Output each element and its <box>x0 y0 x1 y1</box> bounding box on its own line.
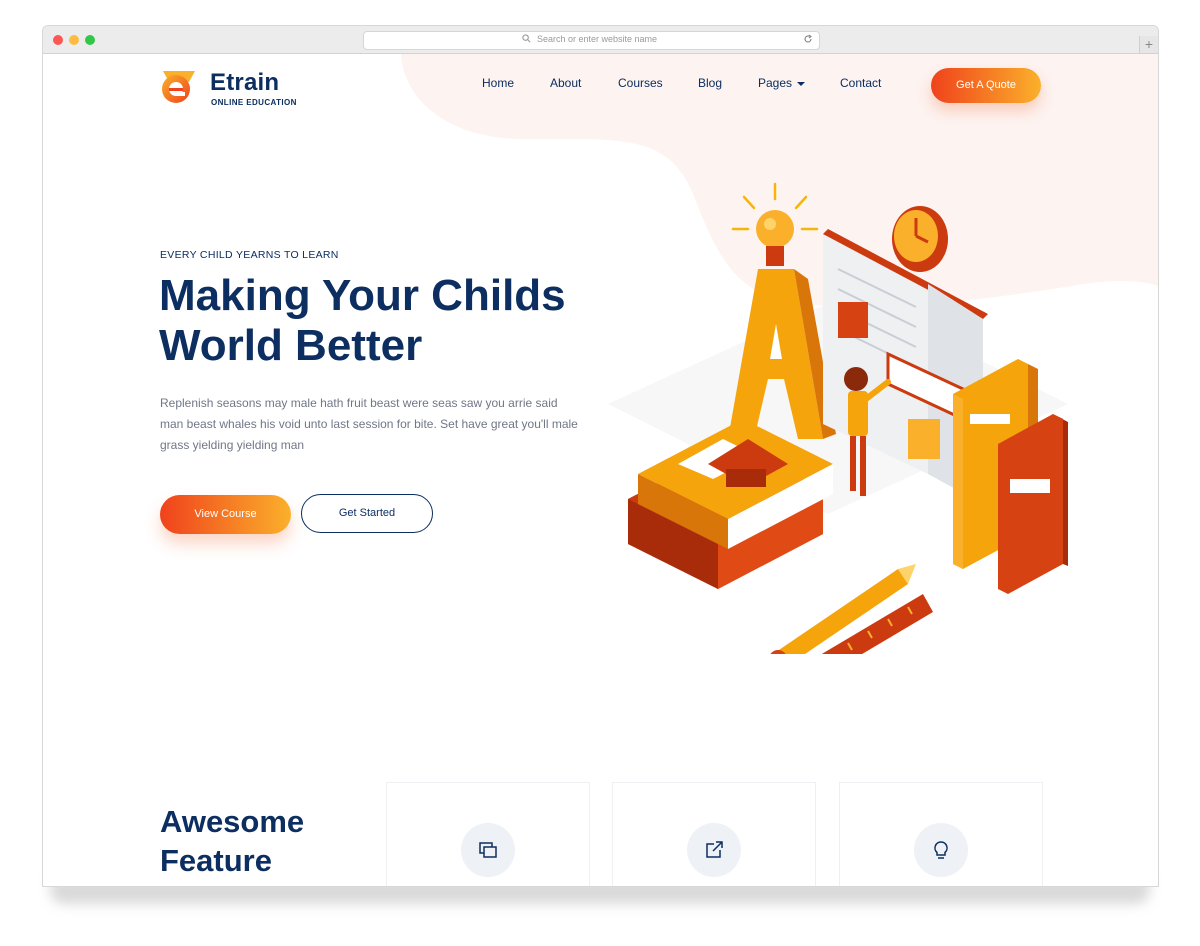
browser-toolbar: Search or enter website name + <box>43 26 1158 54</box>
chevron-down-icon <box>797 81 806 86</box>
brand-name: Etrain <box>210 69 280 96</box>
browser-window: Search or enter website name + Etrain ON… <box>42 25 1159 887</box>
nav-contact[interactable]: Contact <box>840 76 881 90</box>
hero-illustration <box>608 182 1068 654</box>
nav-courses[interactable]: Courses <box>618 76 663 90</box>
external-link-icon <box>706 841 723 858</box>
new-tab-button[interactable]: + <box>1139 36 1158 53</box>
feature-icon-circle <box>687 823 741 877</box>
features-title-line2: Feature <box>160 843 272 878</box>
hero-title-line2: World Better <box>159 321 423 370</box>
nav-home[interactable]: Home <box>482 76 514 90</box>
feature-card[interactable] <box>386 782 590 886</box>
nav-pages[interactable]: Pages <box>758 76 806 90</box>
reload-icon[interactable] <box>803 34 813 44</box>
feature-icon-circle <box>914 823 968 877</box>
hero-description: Replenish seasons may male hath fruit be… <box>160 396 578 452</box>
features-title-line1: Awesome <box>160 804 305 839</box>
close-window-button[interactable] <box>53 35 63 45</box>
hero-title: Making Your Childs World Better <box>159 271 609 371</box>
brand-tagline: ONLINE EDUCATION <box>211 98 297 107</box>
layers-icon <box>479 842 497 858</box>
nav-pages-label: Pages <box>758 76 793 90</box>
hero-eyebrow: EVERY CHILD YEARNS TO LEARN <box>160 249 339 261</box>
feature-card[interactable] <box>612 782 816 886</box>
feature-card[interactable] <box>839 782 1043 886</box>
features-title: Awesome Feature <box>160 802 380 880</box>
logo-icon <box>162 71 195 103</box>
view-course-button[interactable]: View Course <box>160 495 291 534</box>
get-quote-button[interactable]: Get A Quote <box>931 68 1041 103</box>
maximize-window-button[interactable] <box>85 35 95 45</box>
page: Etrain ONLINE EDUCATION Home About Cours… <box>43 54 1158 886</box>
address-bar[interactable]: Search or enter website name <box>363 31 820 50</box>
lightbulb-icon <box>934 841 948 859</box>
brand-logo[interactable]: Etrain ONLINE EDUCATION <box>159 68 299 108</box>
get-started-button[interactable]: Get Started <box>301 494 433 533</box>
nav-about[interactable]: About <box>550 76 581 90</box>
search-icon <box>522 34 531 43</box>
hero-title-line1: Making Your Childs <box>159 271 566 320</box>
minimize-window-button[interactable] <box>69 35 79 45</box>
nav-blog[interactable]: Blog <box>698 76 722 90</box>
feature-icon-circle <box>461 823 515 877</box>
address-placeholder: Search or enter website name <box>537 34 658 44</box>
